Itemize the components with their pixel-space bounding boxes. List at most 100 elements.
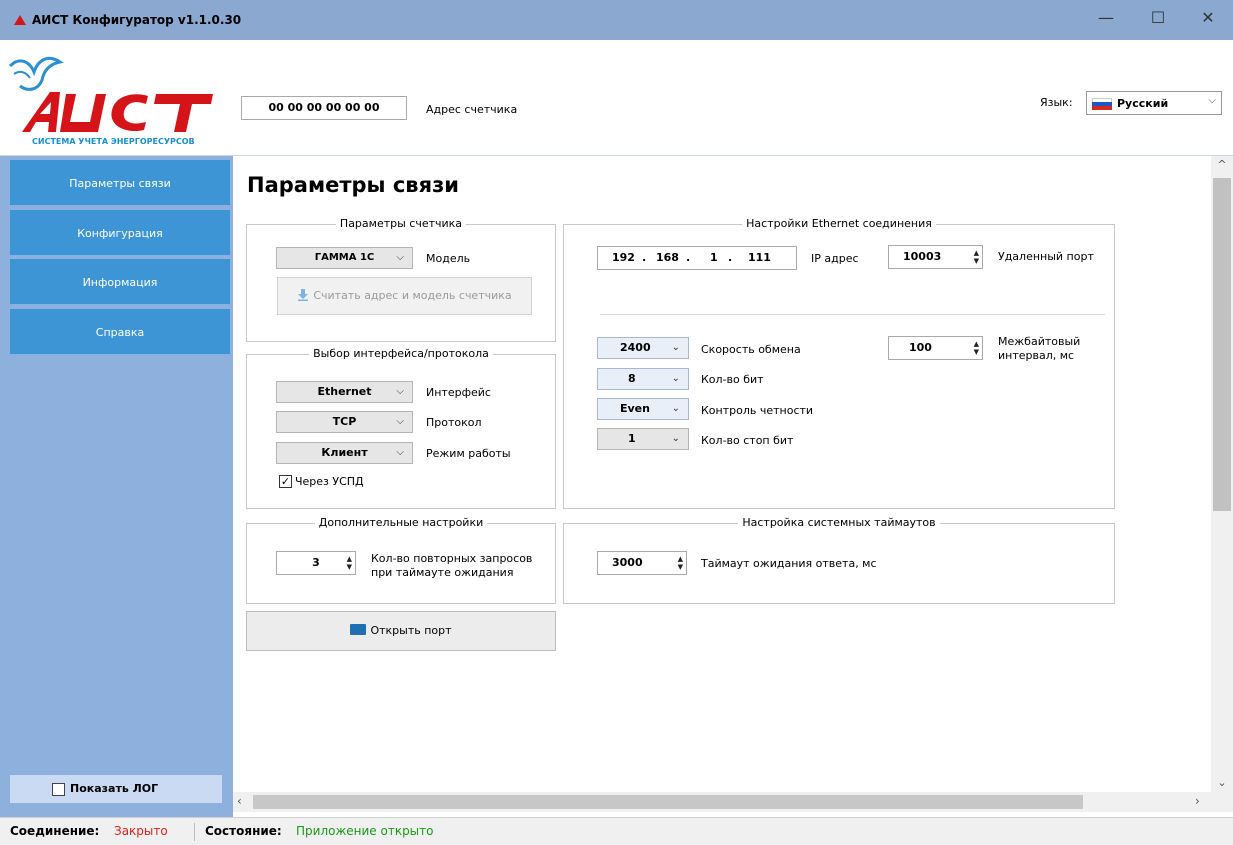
extra-settings-title: Дополнительные настройки — [314, 516, 488, 529]
interbyte-interval-spinner[interactable]: 100 ▲ ▼ — [888, 336, 983, 360]
scroll-left-icon[interactable]: ‹ — [237, 794, 242, 808]
interbyte-label-line1: Межбайтовый — [998, 335, 1081, 348]
chevron-down-icon: ⌄ — [671, 342, 680, 353]
page-title: Параметры связи — [247, 173, 459, 197]
horizontal-scroll-thumb[interactable] — [253, 795, 1083, 809]
minimize-button[interactable]: — — [1086, 6, 1126, 32]
parity-label: Контроль четности — [701, 404, 814, 417]
interbyte-interval-value: 100 — [909, 341, 932, 354]
remote-port-label: Удаленный порт — [998, 250, 1094, 263]
ip-dot: . — [728, 251, 733, 264]
response-timeout-label: Таймаут ожидания ответа, мс — [701, 557, 877, 570]
meter-params-title: Параметры счетчика — [335, 217, 467, 230]
spinner-arrows-icon[interactable]: ▲ ▼ — [678, 555, 683, 571]
data-bits-label: Кол-во бит — [701, 373, 764, 386]
open-port-label: Открыть порт — [370, 624, 452, 637]
interface-value: Ethernet — [317, 385, 372, 398]
chevron-down-icon: ⌄ — [671, 403, 680, 414]
protocol-select[interactable]: TCP ⌵ — [276, 411, 413, 433]
chevron-down-icon: ⌄ — [671, 373, 680, 384]
language-value: Русский — [1117, 97, 1169, 110]
divider — [600, 314, 1105, 315]
interbyte-label-line2: интервал, мс — [998, 349, 1075, 362]
language-label: Язык: — [1040, 96, 1073, 109]
sidebar-item-connection-params[interactable]: Параметры связи — [10, 160, 230, 206]
data-bits-value: 8 — [628, 372, 636, 385]
remote-port-spinner[interactable]: 10003 ▲ ▼ — [888, 245, 983, 269]
russia-flag-icon — [1092, 98, 1112, 110]
data-bits-select[interactable]: 8 ⌄ — [597, 368, 689, 390]
protocol-label: Протокол — [426, 416, 482, 429]
spinner-arrows-icon[interactable]: ▲ ▼ — [974, 249, 979, 265]
model-value: ГАММА 1С — [314, 252, 375, 263]
scroll-down-icon[interactable]: ⌄ — [1211, 776, 1233, 789]
read-address-model-label: Считать адрес и модель счетчика — [313, 289, 512, 302]
parity-select[interactable]: Even ⌄ — [597, 398, 689, 420]
status-divider — [194, 823, 195, 841]
ip-octet-2[interactable]: 168 — [656, 247, 679, 269]
interface-select[interactable]: Ethernet ⌵ — [276, 381, 413, 403]
meter-address-label: Адрес счетчика — [426, 103, 518, 116]
baud-rate-value: 2400 — [620, 341, 651, 354]
open-port-button[interactable]: Открыть порт — [246, 611, 556, 651]
vertical-scrollbar[interactable]: ^ ⌄ — [1211, 156, 1233, 812]
model-select[interactable]: ГАММА 1С ⌵ — [276, 247, 413, 269]
stop-bits-value: 1 — [628, 432, 636, 445]
state-label: Состояние: — [205, 824, 282, 838]
ip-octet-4[interactable]: 111 — [748, 247, 771, 269]
mode-value: Клиент — [321, 446, 368, 459]
interface-label: Интерфейс — [426, 386, 491, 399]
connection-label: Соединение: — [10, 824, 100, 838]
mode-select[interactable]: Клиент ⌵ — [276, 442, 413, 464]
ip-octet-1[interactable]: 192 — [612, 247, 635, 269]
sidebar-item-configuration[interactable]: Конфигурация — [10, 210, 230, 256]
download-icon — [298, 289, 309, 301]
ip-dot: . — [642, 251, 647, 264]
scroll-up-icon[interactable]: ^ — [1211, 158, 1233, 171]
chevron-down-icon: ⌵ — [396, 447, 404, 458]
read-address-model-button[interactable]: Считать адрес и модель счетчика — [277, 277, 532, 315]
ip-octet-3[interactable]: 1 — [710, 247, 718, 269]
sidebar-item-information[interactable]: Информация — [10, 259, 230, 305]
chevron-down-icon: ⌄ — [671, 433, 680, 444]
chevron-down-icon: ⌵ — [396, 416, 404, 427]
status-bar: Соединение: Закрыто Состояние: Приложени… — [0, 817, 1233, 845]
meter-address-input[interactable]: 00 00 00 00 00 00 — [241, 96, 407, 120]
system-timeouts-title: Настройка системных таймаутов — [738, 516, 940, 529]
scroll-right-icon[interactable]: › — [1195, 794, 1200, 808]
ethernet-settings-title: Настройки Ethernet соединения — [742, 217, 936, 230]
baud-rate-select[interactable]: 2400 ⌄ — [597, 337, 689, 359]
response-timeout-spinner[interactable]: 3000 ▲ ▼ — [597, 551, 687, 575]
via-uspd-checkbox[interactable]: ✓ — [279, 475, 292, 488]
stop-bits-label: Кол-во стоп бит — [701, 434, 794, 447]
language-select[interactable]: Русский ⌵ — [1086, 91, 1222, 115]
show-log-label: Показать ЛОГ — [70, 782, 159, 795]
remote-port-value: 10003 — [903, 250, 942, 263]
close-button[interactable]: ✕ — [1188, 6, 1228, 32]
title-bar: АИСТ Конфигуратор v1.1.0.30 — ☐ ✕ — [0, 0, 1233, 40]
stop-bits-select[interactable]: 1 ⌄ — [597, 428, 689, 450]
ip-address-input[interactable]: 192 . 168 . 1 . 111 — [597, 246, 797, 270]
connection-status: Закрыто — [114, 824, 168, 838]
horizontal-scrollbar[interactable]: ‹ › — [233, 792, 1211, 812]
retries-value: 3 — [312, 556, 320, 569]
spinner-arrows-icon[interactable]: ▲ ▼ — [347, 555, 352, 571]
show-log-checkbox[interactable] — [52, 783, 65, 796]
mode-label: Режим работы — [426, 447, 511, 460]
spinner-arrows-icon[interactable]: ▲ ▼ — [974, 340, 979, 356]
show-log-toggle[interactable]: Показать ЛОГ — [10, 775, 222, 803]
parity-value: Even — [620, 402, 650, 415]
retries-spinner[interactable]: 3 ▲ ▼ — [276, 551, 356, 575]
response-timeout-value: 3000 — [612, 556, 643, 569]
sidebar-item-help[interactable]: Справка — [10, 309, 230, 355]
vertical-scroll-thumb[interactable] — [1213, 178, 1231, 511]
interface-protocol-title: Выбор интерфейса/протокола — [309, 347, 493, 360]
via-uspd-label: Через УСПД — [295, 475, 364, 488]
chevron-down-icon: ⌵ — [396, 252, 404, 263]
folder-icon — [350, 624, 367, 635]
protocol-value: TCP — [332, 415, 357, 428]
chevron-down-icon: ⌵ — [1208, 95, 1216, 106]
logo-subtitle: СИСТЕМА УЧЕТА ЭНЕРГОРЕСУРСОВ — [32, 137, 195, 146]
maximize-button[interactable]: ☐ — [1138, 6, 1178, 32]
ip-address-label: IP адрес — [811, 252, 859, 265]
